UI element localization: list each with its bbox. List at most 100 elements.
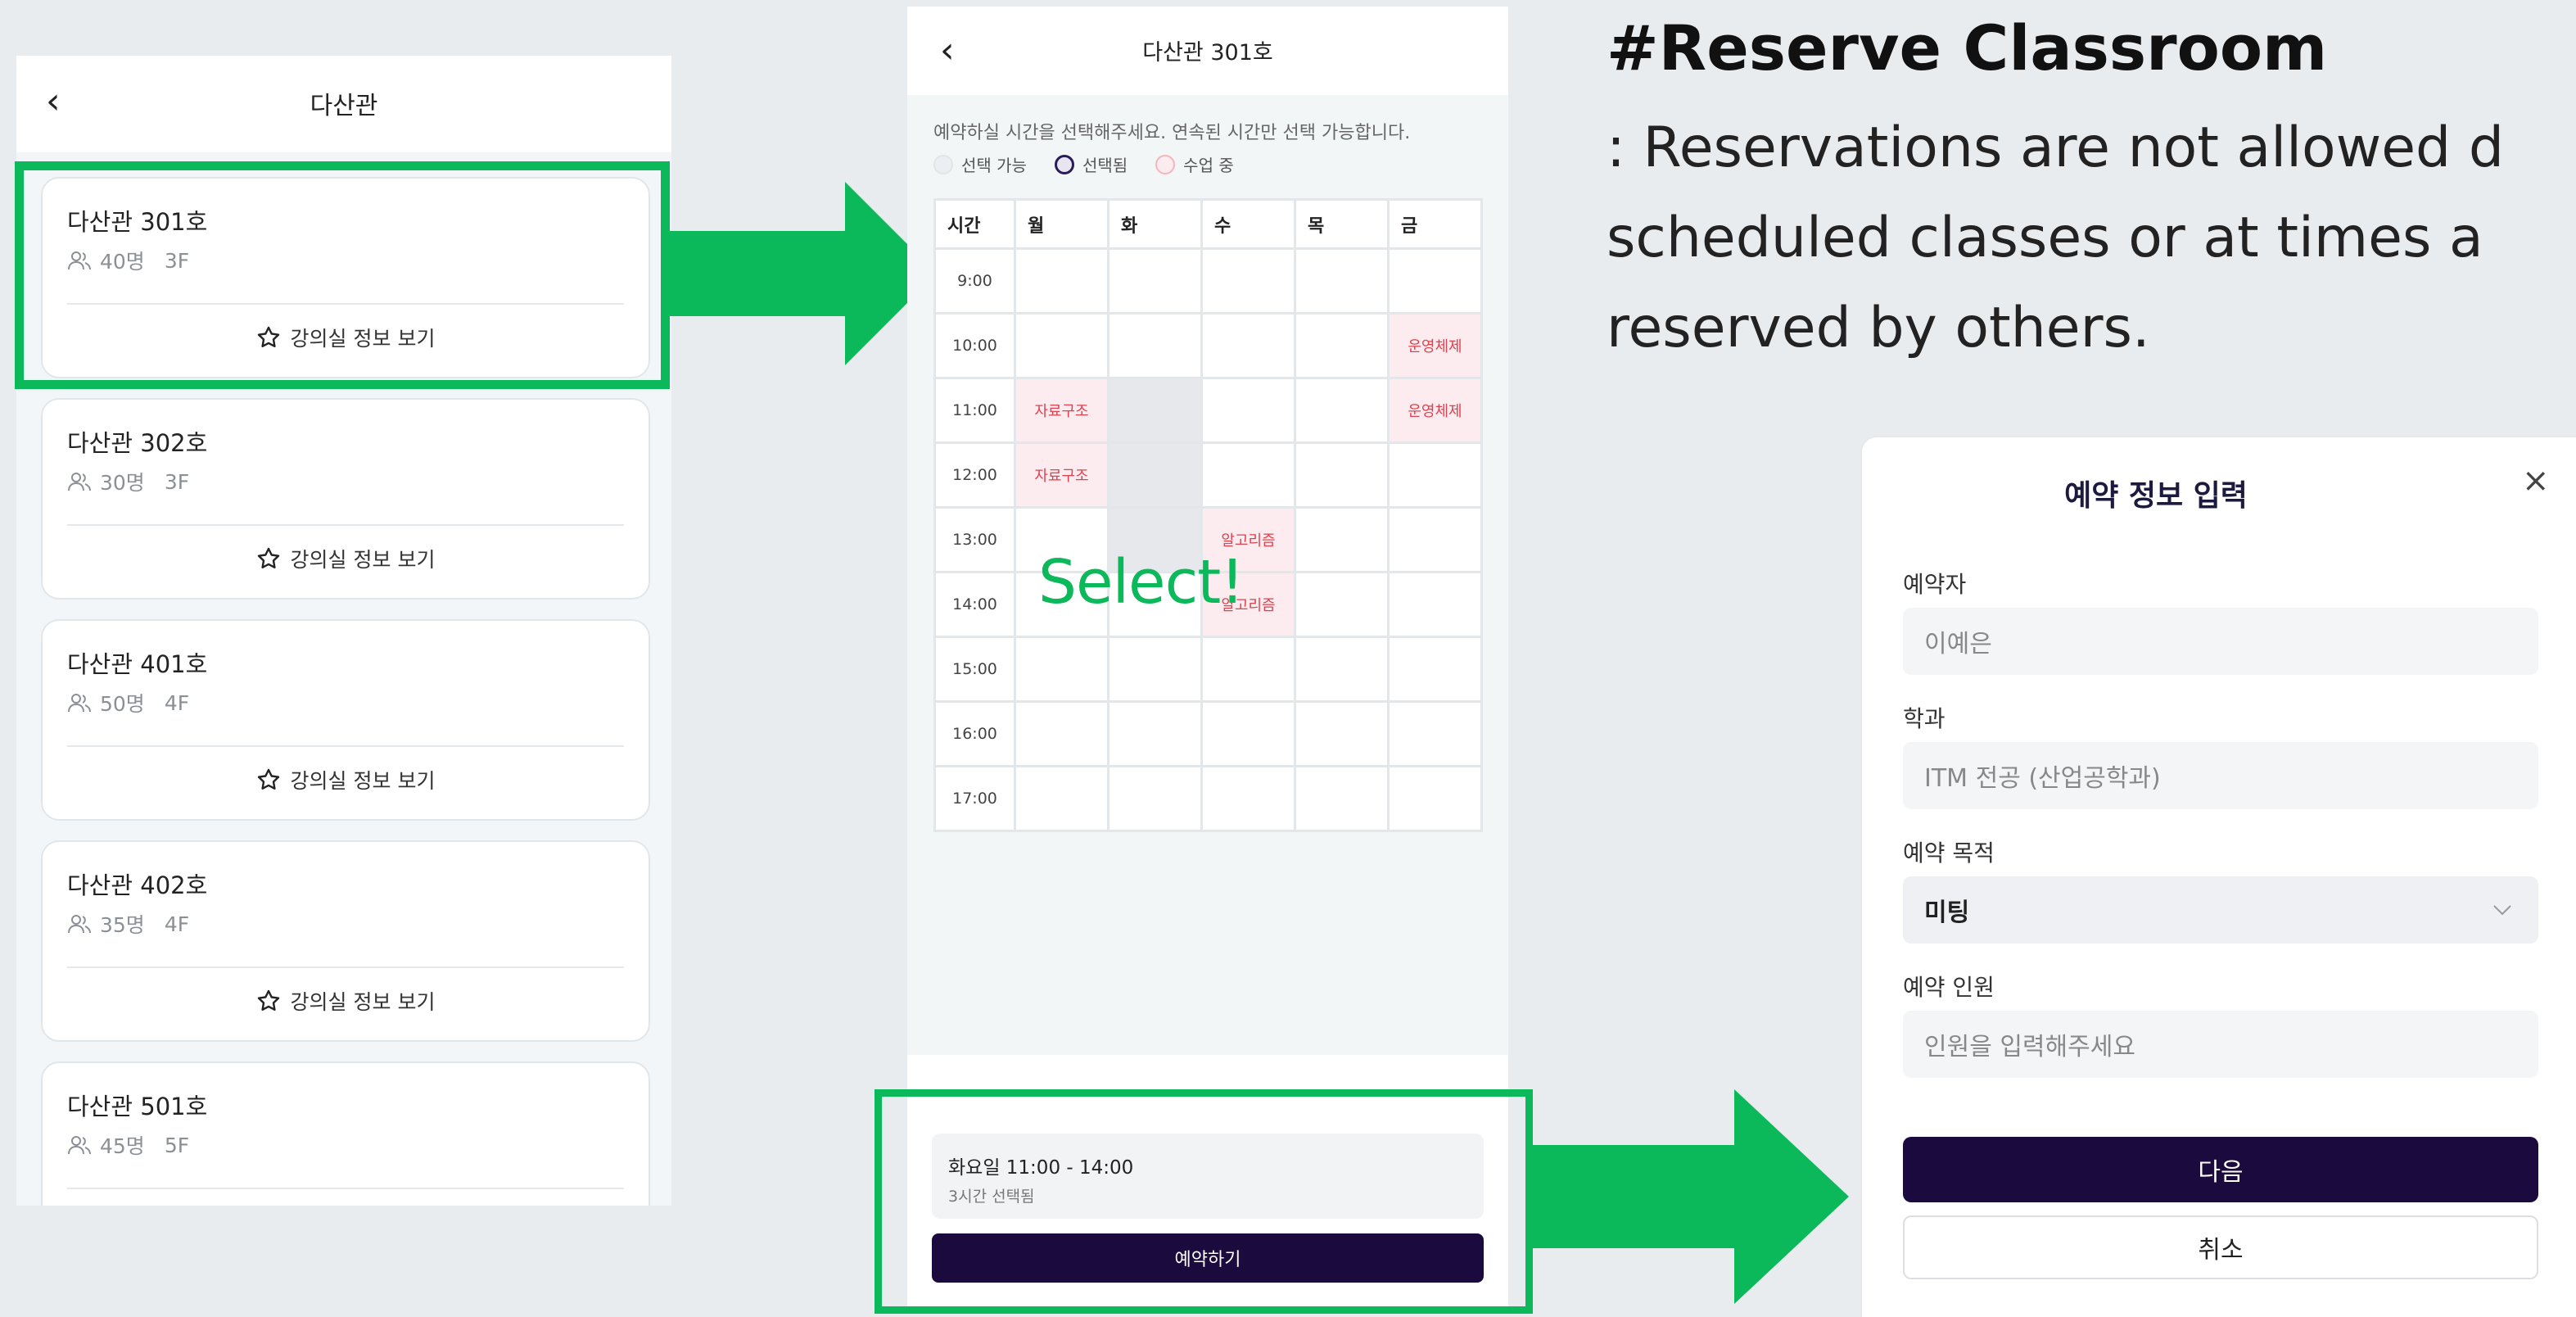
room-card[interactable]: 다산관 402호 35명 4F 강의실 정보 보기	[41, 840, 650, 1042]
time-label: 14:00	[933, 571, 1016, 638]
room-card[interactable]: 다산관 401호 50명 4F 강의실 정보 보기	[41, 619, 650, 821]
class-slot: 운영체제	[1387, 377, 1483, 444]
time-slot[interactable]	[1294, 636, 1390, 703]
room-floor: 4F	[164, 690, 190, 715]
time-slot[interactable]	[1014, 700, 1109, 767]
people-input[interactable]: 인원을 입력해주세요	[1903, 1011, 2538, 1078]
time-label: 16:00	[933, 700, 1016, 767]
class-slot: 자료구조	[1014, 377, 1109, 444]
timetable-row: 16:00	[933, 700, 1483, 767]
time-slot[interactable]	[1387, 700, 1483, 767]
legend-available: 선택 가능	[933, 152, 1027, 176]
timetable-row: 9:00	[933, 247, 1483, 315]
room-meta: 30명 3F	[67, 467, 189, 496]
time-slot[interactable]	[1387, 506, 1483, 573]
time-slot[interactable]	[1294, 571, 1390, 638]
time-slot[interactable]	[1294, 312, 1390, 379]
timetable-row: 15:00	[933, 636, 1483, 703]
room-meta: 45명 5F	[67, 1130, 189, 1160]
time-slot[interactable]	[1014, 636, 1109, 703]
time-slot[interactable]	[1294, 377, 1390, 444]
room-info-link[interactable]: 강의실 정보 보기	[43, 986, 649, 1016]
col-header: 시간	[933, 198, 1016, 250]
time-slot[interactable]	[1107, 700, 1203, 767]
next-button[interactable]: 다음	[1903, 1137, 2538, 1202]
time-slot[interactable]	[1387, 765, 1483, 832]
timetable-header-row: 시간 월 화 수 목 금	[933, 198, 1483, 250]
room-info-link[interactable]: 강의실 정보 보기	[43, 765, 649, 794]
col-header: 금	[1387, 198, 1483, 250]
description-line: : Reservations are not allowed d	[1607, 115, 2505, 180]
time-slot[interactable]	[1107, 312, 1203, 379]
purpose-select[interactable]: 미팅	[1903, 876, 2538, 944]
time-label: 9:00	[933, 247, 1016, 315]
instruction-text: 예약하실 시간을 선택해주세요. 연속된 시간만 선택 가능합니다.	[933, 123, 1411, 143]
available-dot-icon	[933, 154, 953, 174]
room-name: 다산관 401호	[67, 650, 208, 678]
time-slot[interactable]	[1200, 247, 1296, 315]
time-slot[interactable]	[1014, 765, 1109, 832]
time-slot[interactable]	[1294, 700, 1390, 767]
time-slot[interactable]	[1294, 247, 1390, 315]
reserver-field[interactable]: 이예은	[1903, 608, 2538, 675]
room-name: 다산관 501호	[67, 1093, 208, 1120]
time-slot[interactable]	[1014, 312, 1109, 379]
time-slot[interactable]	[1107, 765, 1203, 832]
time-slot[interactable]	[1200, 441, 1296, 509]
description: : Reservations are not allowed d schedul…	[1607, 103, 2576, 373]
time-slot[interactable]	[1387, 247, 1483, 315]
time-slot[interactable]	[1294, 765, 1390, 832]
room-card[interactable]: 다산관 302호 30명 3F 강의실 정보 보기	[41, 398, 650, 600]
time-slot[interactable]	[1200, 765, 1296, 832]
timetable-row: 17:00	[933, 765, 1483, 832]
close-icon[interactable]: ×	[2522, 462, 2550, 500]
selected-slot[interactable]	[1107, 441, 1203, 509]
people-icon	[68, 694, 91, 713]
room-capacity: 50명	[100, 692, 145, 716]
selected-slot[interactable]	[1107, 377, 1203, 444]
page-heading: #Reserve Classroom	[1607, 11, 2328, 84]
timetable-row: 11:00 자료구조 운영체제	[933, 377, 1483, 444]
time-slot[interactable]	[1387, 571, 1483, 638]
chevron-down-icon	[2493, 905, 2511, 916]
time-slot[interactable]	[1200, 312, 1296, 379]
time-slot[interactable]	[1200, 700, 1296, 767]
time-slot[interactable]	[1387, 441, 1483, 509]
time-slot[interactable]	[1294, 441, 1390, 509]
time-label: 11:00	[933, 377, 1016, 444]
legend-selected: 선택됨	[1054, 152, 1128, 176]
arrow-right-icon	[1530, 1089, 1849, 1304]
select-annotation: Select!	[1038, 547, 1245, 618]
room-name: 다산관 302호	[67, 429, 208, 457]
divider	[67, 966, 624, 968]
timetable-row: 12:00 자료구조	[933, 441, 1483, 509]
description-line: reserved by others.	[1607, 296, 2150, 360]
list-header: ‹ 다산관	[16, 56, 671, 152]
room-info-label: 강의실 정보 보기	[290, 548, 436, 572]
time-label: 17:00	[933, 765, 1016, 832]
room-capacity: 30명	[100, 471, 145, 495]
highlight-selection-footer	[874, 1089, 1533, 1314]
room-info-link[interactable]: 강의실 정보 보기	[43, 544, 649, 573]
time-slot[interactable]	[1200, 377, 1296, 444]
time-slot[interactable]	[1107, 247, 1203, 315]
people-icon	[68, 1136, 91, 1155]
people-icon	[68, 473, 91, 491]
time-slot[interactable]	[1387, 636, 1483, 703]
form-title: 예약 정보 입력	[2064, 479, 2248, 513]
cancel-button[interactable]: 취소	[1903, 1215, 2538, 1279]
time-slot[interactable]	[1014, 247, 1109, 315]
star-icon	[257, 547, 279, 568]
time-slot[interactable]	[1294, 506, 1390, 573]
time-label: 10:00	[933, 312, 1016, 379]
room-info-label: 강의실 정보 보기	[290, 990, 436, 1014]
time-slot[interactable]	[1200, 636, 1296, 703]
time-label: 13:00	[933, 506, 1016, 573]
in-class-dot-icon	[1155, 154, 1176, 174]
people-icon	[68, 915, 91, 934]
time-slot[interactable]	[1107, 636, 1203, 703]
room-card[interactable]: 다산관 501호 45명 5F	[41, 1061, 650, 1206]
dept-field[interactable]: ITM 전공 (산업공학과)	[1903, 742, 2538, 809]
room-floor: 3F	[164, 469, 190, 494]
class-slot: 자료구조	[1014, 441, 1109, 509]
